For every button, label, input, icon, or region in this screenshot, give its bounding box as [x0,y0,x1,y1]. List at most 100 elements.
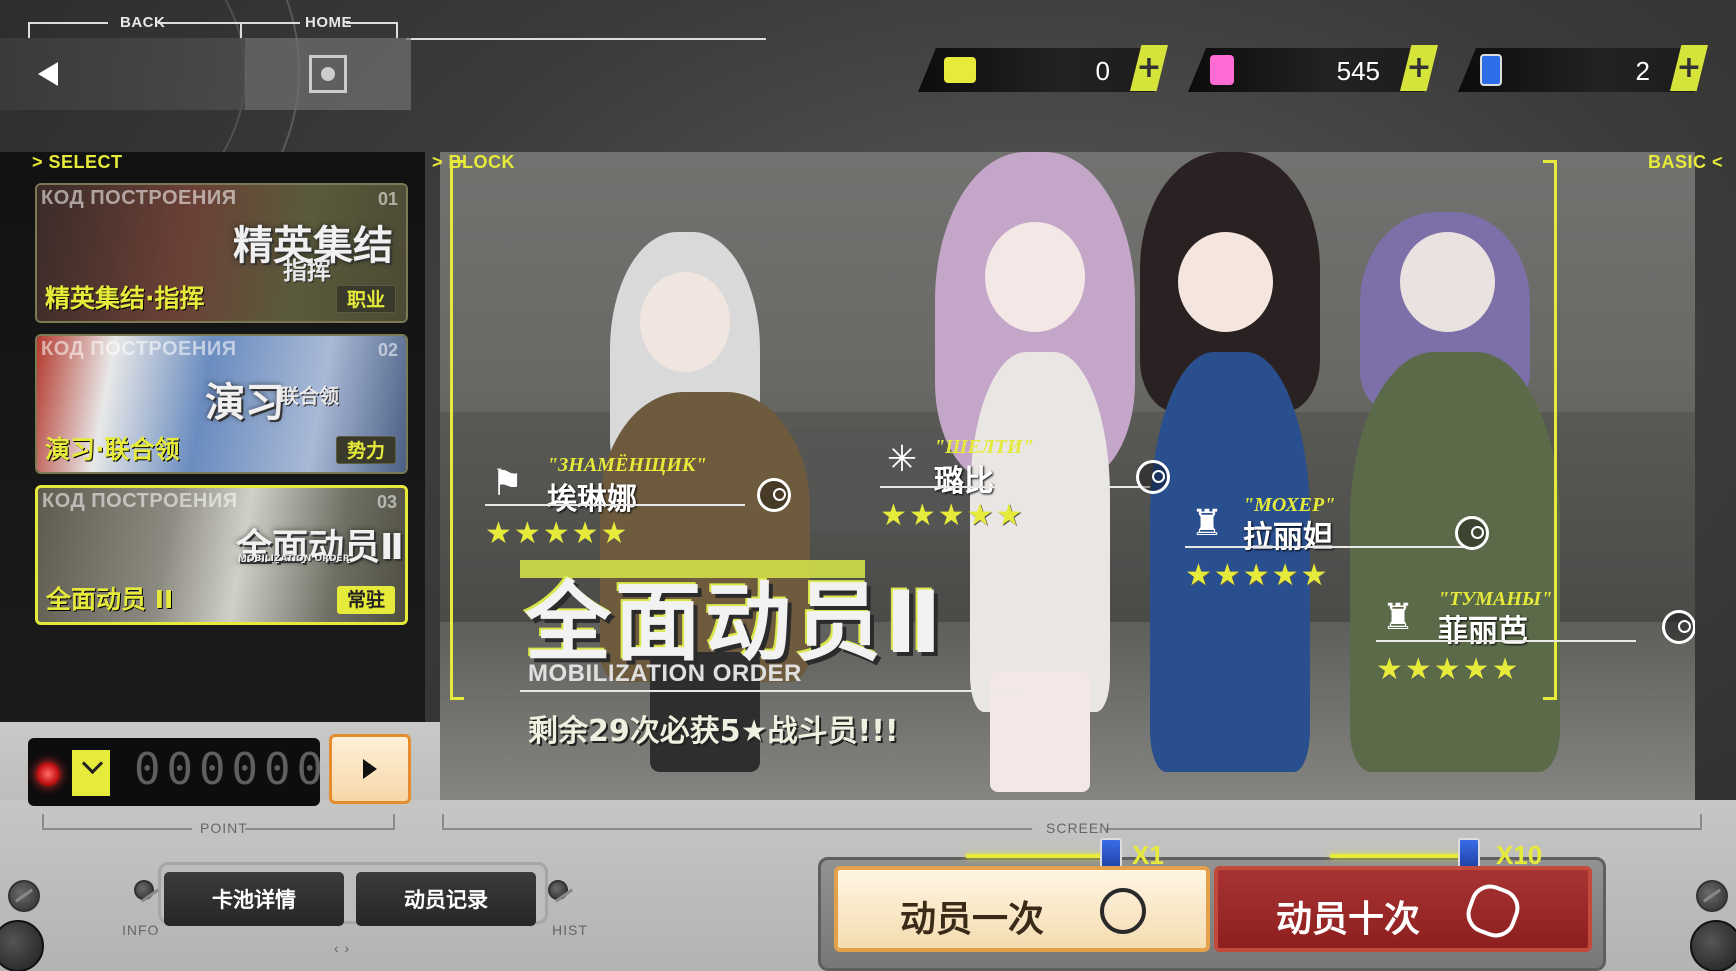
pull-ten-label: 动员十次 [1276,899,1421,940]
point-digits: 0000001 [134,744,356,795]
character-art-filipa [1320,152,1580,792]
back-button[interactable] [0,38,245,110]
character-name: 拉丽妲 [1243,520,1333,555]
banner-card-mobilization[interactable]: КОД ПОСТРОЕНИЯ 03 全面动员Ⅱ MOBILIZATION ORD… [35,485,408,625]
rarity-stars: ★★★★★ [1185,558,1330,593]
magnifier-icon[interactable] [1455,516,1489,550]
point-rail-left [42,828,192,830]
gacha-screen: BACK HOME 0 + 545 + 2 + > SELECT КОД ПОС… [0,0,1736,971]
hand-icon [1100,888,1146,934]
banner-number: 02 [377,340,398,360]
shell-icon: ♜ [1190,503,1224,544]
character-nameplate-lalida[interactable]: ♜ "МОХЕР" 拉丽妲 ★★★★★ [1185,494,1489,593]
basic-label: BASIC < [1648,152,1724,172]
banner-card-elite[interactable]: КОД ПОСТРОЕНИЯ 01 精英集结 指挥 精英集结·指挥 职业 [35,183,408,323]
banner-code: КОД ПОСТРОЕНИЯ [41,187,237,209]
hist-label: HIST [552,922,588,938]
screen-rail-tick [442,814,444,828]
point-rail-right [245,828,395,830]
select-label: > SELECT [32,152,123,172]
currency-value: 2 [1635,56,1650,86]
card-icon [1480,54,1502,86]
flag-icon: ⚑ [490,463,524,504]
screen-rail-left [442,828,1032,830]
character-name: 菲丽芭 [1438,614,1528,649]
character-name: 璐比 [934,464,994,499]
back-label: BACK [120,14,166,31]
currency-card: 2 [1458,48,1694,92]
console-knob-icon [1690,920,1736,971]
banner-code: КОД ПОСТРОЕНИЯ [42,490,238,512]
info-label: INFO [122,922,160,938]
screen-rail-tick [1700,814,1702,828]
pull-history-button[interactable]: 动员记录 [356,872,536,926]
character-nameplate-elena[interactable]: ⚑ "ЗНАМЁНЩИК" 埃琳娜 ★★★★★ [485,452,791,551]
nameplate-underline [1185,546,1465,548]
banner-number: 01 [377,189,398,209]
rail-bolt-icon [134,880,154,900]
multi-hand-icon [1460,878,1526,944]
point-label: POINT [200,820,248,836]
play-icon [363,759,377,779]
banner-card-exercise[interactable]: КОД ПОСТРОЕНИЯ 02 演习 联合领 演习·联合领 势力 [35,334,408,474]
screen-rail-right [1106,828,1702,830]
rail-bolt-icon [548,880,568,900]
status-led-icon [36,762,60,786]
shell-icon: ♜ [1381,597,1415,638]
magnifier-icon[interactable] [1662,610,1695,644]
home-button[interactable] [245,38,411,110]
nameplate-underline [880,486,1150,488]
banner-name: 精英集结·指挥 [45,284,205,313]
banner-tag: 常驻 [336,586,395,614]
banner-number: 03 [376,492,397,512]
pool-title: 全面动员Ⅱ [525,573,946,673]
page-nav-arrows: ‹ › [334,940,351,956]
nameplate-underline [1376,640,1636,642]
nameplate-underline [485,504,745,506]
rarity-stars: ★★★★★ [1376,652,1521,687]
banner-code: КОД ПОСТРОЕНИЯ [41,338,237,360]
character-nameplate-lubi[interactable]: ✳ "ШЕЛТИ" 璐比 ★★★★★ [880,434,1170,533]
pool-details-button[interactable]: 卡池详情 [164,872,344,926]
voucher-icon [944,57,976,83]
burst-icon: ✳ [886,439,918,480]
ticket-icon [72,750,110,796]
currency-value: 0 [1095,56,1110,86]
banner-art-title: 演习 [205,380,285,426]
character-name: 埃琳娜 [547,482,637,517]
point-exchange-button[interactable] [329,734,411,804]
banner-name: 演习·联合领 [45,435,180,464]
once-indicator-line [966,854,1116,858]
rarity-stars: ★★★★★ [880,498,1025,533]
pull-once-label: 动员一次 [900,899,1045,940]
currency-value: 545 [1336,56,1380,86]
pull-ten-button[interactable]: 动员十次 [1214,866,1592,952]
character-nameplate-filipa[interactable]: ♜ "ТУМАНЫ" 菲丽芭 ★★★★★ [1376,588,1695,687]
banner-tag: 势力 [335,436,396,464]
pull-once-button[interactable]: 动员一次 [834,866,1210,952]
banner-tag: 职业 [335,285,396,313]
console-bolt-icon [8,880,40,912]
console-bolt-icon [1696,880,1728,912]
rarity-stars: ★★★★★ [485,516,630,551]
token-icon [1210,55,1234,85]
point-counter: 0000001 [28,738,356,806]
pity-guarantee-text: 剩余29次必获5★战斗员!!! [528,714,899,749]
magnifier-icon[interactable] [757,478,791,512]
screen-label: SCREEN [1046,820,1111,836]
home-icon [309,55,347,93]
banner-art-subtitle: 指挥 [283,257,331,285]
pool-divider [520,690,1020,692]
currency-voucher: 0 [918,48,1154,92]
banner-art-subtitle: MOBILIZATION ORDER [238,554,350,564]
block-label: > BLOCK [432,152,516,172]
currency-token: 545 [1188,48,1424,92]
banner-showcase: ⚑ "ЗНАМЁНЩИК" 埃琳娜 ★★★★★ ✳ "ШЕЛТИ" 璐比 ★★★… [440,152,1695,800]
point-rail-tick [393,814,395,828]
magnifier-icon[interactable] [1136,460,1170,494]
home-label: HOME [305,14,352,31]
back-arrow-icon [38,62,58,86]
banner-name: 全面动员 II [46,585,174,614]
banner-art-subtitle: 联合领 [279,384,339,408]
ten-indicator-line [1330,854,1468,858]
